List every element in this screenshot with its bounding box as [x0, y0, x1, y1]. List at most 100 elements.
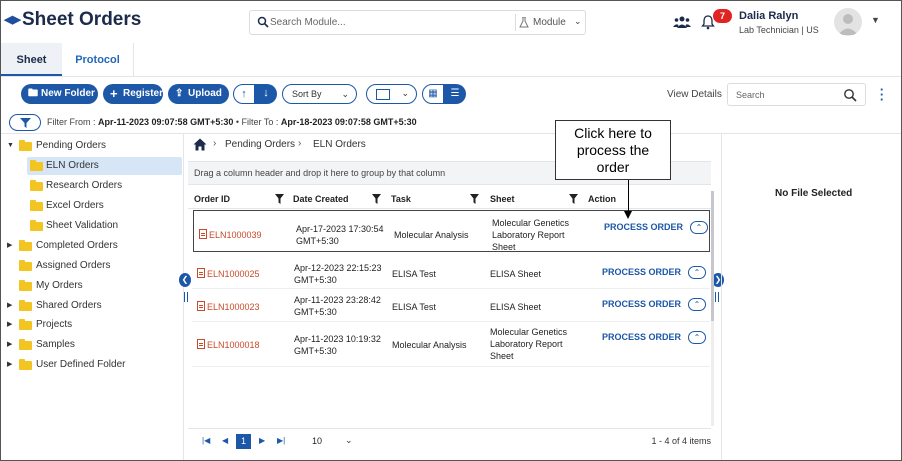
- folder-icon: [30, 220, 43, 231]
- new-folder-label: New Folder: [41, 88, 95, 99]
- filter-button[interactable]: [9, 114, 41, 131]
- caret-right-icon[interactable]: ▶: [7, 356, 12, 374]
- sheet-name: ELISA Sheet: [490, 301, 578, 313]
- table-row[interactable]: ELN1000025 Apr-12-2023 22:15:23 GMT+5:30 …: [192, 258, 710, 289]
- column-header-order-id[interactable]: Order ID: [194, 194, 230, 204]
- sidebar-item-label: Assigned Orders: [36, 260, 111, 271]
- user-silhouette-icon: [838, 14, 858, 35]
- register-button[interactable]: + Register: [103, 84, 163, 104]
- prev-page-icon[interactable]: ◀: [222, 436, 228, 445]
- expand-row-icon[interactable]: ⌃: [690, 221, 708, 234]
- search-icon[interactable]: [843, 88, 857, 102]
- expand-row-icon[interactable]: ⌃: [688, 266, 706, 279]
- user-menu-chevron-icon[interactable]: ▼: [871, 15, 880, 25]
- grid-view-button[interactable]: ▦: [422, 84, 444, 104]
- sidebar-item-completed-orders[interactable]: ▶ Completed Orders: [7, 237, 177, 255]
- breadcrumb-separator-icon: ›: [213, 138, 217, 149]
- table-scrollbar[interactable]: [711, 191, 714, 426]
- register-label: Register: [123, 88, 164, 99]
- expand-row-icon[interactable]: ⌃: [688, 298, 706, 311]
- caret-right-icon[interactable]: ▶: [7, 336, 12, 354]
- caret-down-icon[interactable]: ▼: [7, 137, 14, 155]
- sidebar-item-samples[interactable]: ▶ Samples: [7, 336, 177, 354]
- module-dropdown-label[interactable]: Module: [533, 17, 566, 28]
- column-header-sheet[interactable]: Sheet: [490, 194, 515, 204]
- date-line: Apr-11-2023 23:28:42: [294, 295, 381, 305]
- tab-protocol[interactable]: Protocol: [62, 43, 134, 76]
- resize-handle-right[interactable]: [715, 292, 719, 302]
- last-page-icon[interactable]: ▶|: [277, 436, 285, 445]
- top-bar: ◀▶ Sheet Orders Search Module... Module …: [1, 1, 901, 43]
- sort-descending-button[interactable]: ↓: [255, 84, 277, 104]
- filter-to-value: Apr-18-2023 09:07:58 GMT+5:30: [280, 117, 417, 127]
- column-header-task[interactable]: Task: [391, 194, 411, 204]
- sidebar-item-projects[interactable]: ▶ Projects: [7, 316, 177, 334]
- breadcrumb-pending-orders[interactable]: Pending Orders: [225, 139, 295, 150]
- sort-ascending-button[interactable]: ↑: [233, 84, 255, 104]
- sidebar-item-excel-orders[interactable]: Excel Orders: [27, 197, 182, 215]
- caret-right-icon[interactable]: ▶: [7, 297, 12, 315]
- process-order-button[interactable]: PROCESS ORDER: [604, 222, 683, 232]
- column-filter-icon[interactable]: [372, 194, 381, 204]
- sidebar-item-research-orders[interactable]: Research Orders: [27, 177, 182, 195]
- caret-right-icon[interactable]: ▶: [7, 237, 12, 255]
- sort-by-dropdown[interactable]: Sort By ⌄: [282, 84, 357, 104]
- sidebar-item-sheet-validation[interactable]: Sheet Validation: [27, 217, 182, 235]
- first-page-icon[interactable]: |◀: [202, 436, 210, 445]
- process-order-button[interactable]: PROCESS ORDER: [602, 299, 681, 309]
- team-icon[interactable]: [673, 15, 691, 29]
- sidebar-item-user-defined-folder[interactable]: ▶ User Defined Folder: [7, 356, 177, 374]
- resize-handle-left[interactable]: [184, 292, 188, 302]
- column-filter-icon[interactable]: [470, 194, 479, 204]
- sheet-line: Molecular Genetics: [492, 218, 570, 228]
- home-icon[interactable]: [193, 138, 207, 151]
- sidebar-item-my-orders[interactable]: My Orders: [7, 277, 177, 295]
- chevron-down-icon[interactable]: ⌄: [574, 16, 582, 27]
- folder-icon: [19, 359, 32, 370]
- next-page-icon[interactable]: ▶: [259, 436, 265, 445]
- annotation-callout: Click here to process the order: [555, 120, 671, 180]
- sidebar-item-pending-orders[interactable]: ▼ Pending Orders: [7, 137, 177, 155]
- user-role: Lab Technician | US: [739, 25, 819, 35]
- order-id-link[interactable]: ELN1000025: [197, 268, 260, 279]
- sort-by-label: Sort By: [292, 89, 322, 99]
- view-layout-dropdown[interactable]: ⌄: [366, 84, 417, 104]
- order-id-link[interactable]: ELN1000018: [197, 339, 260, 350]
- sidebar-item-assigned-orders[interactable]: Assigned Orders: [7, 257, 177, 275]
- sidebar-item-eln-orders[interactable]: ELN Orders: [27, 157, 182, 175]
- table-row[interactable]: ELN1000018 Apr-11-2023 10:19:32 GMT+5:30 …: [192, 324, 710, 367]
- sidebar-item-shared-orders[interactable]: ▶ Shared Orders: [7, 297, 177, 315]
- module-search-input[interactable]: Search Module... Module ⌄: [249, 10, 586, 35]
- column-header-date-created[interactable]: Date Created: [293, 194, 349, 204]
- date-line: Apr-12-2023 22:15:23: [294, 263, 382, 273]
- more-options-icon[interactable]: · · ·: [879, 83, 885, 106]
- page-number-current[interactable]: 1: [236, 434, 251, 449]
- tab-sheet[interactable]: Sheet: [1, 43, 62, 76]
- avatar[interactable]: [834, 8, 862, 36]
- collapse-left-icon[interactable]: ❮: [179, 273, 191, 287]
- page-size-select[interactable]: 10: [312, 436, 322, 446]
- table-row[interactable]: ELN1000023 Apr-11-2023 23:28:42 GMT+5:30 …: [192, 291, 710, 322]
- order-id-link[interactable]: ELN1000023: [197, 301, 260, 312]
- date-created: Apr-12-2023 22:15:23 GMT+5:30: [294, 262, 382, 286]
- callout-arrow-icon: [624, 211, 632, 219]
- timezone-line: GMT+5:30: [294, 346, 337, 356]
- process-order-button[interactable]: PROCESS ORDER: [602, 267, 681, 277]
- menu-collapse-icon[interactable]: ◀▶: [4, 13, 21, 26]
- column-filter-icon[interactable]: [275, 194, 284, 204]
- process-order-button[interactable]: PROCESS ORDER: [602, 332, 681, 342]
- folder-icon: [19, 260, 32, 271]
- list-view-button[interactable]: ☰: [444, 84, 466, 104]
- new-folder-button[interactable]: 🖿 New Folder: [21, 84, 98, 104]
- search-input[interactable]: Search: [727, 83, 866, 106]
- chevron-down-icon[interactable]: ⌄: [345, 435, 353, 446]
- order-id-link[interactable]: ELN1000039: [199, 229, 262, 240]
- scrollbar-thumb[interactable]: [711, 191, 714, 321]
- table-row[interactable]: ELN1000039 Apr-17-2023 17:30:54 GMT+5:30 …: [193, 210, 710, 252]
- column-filter-icon[interactable]: [569, 194, 578, 204]
- date-line: Apr-17-2023 17:30:54: [296, 224, 384, 234]
- filter-icon: [20, 118, 31, 128]
- expand-row-icon[interactable]: ⌃: [688, 331, 706, 344]
- caret-right-icon[interactable]: ▶: [7, 316, 12, 334]
- upload-button[interactable]: ⇪ Upload: [168, 84, 229, 104]
